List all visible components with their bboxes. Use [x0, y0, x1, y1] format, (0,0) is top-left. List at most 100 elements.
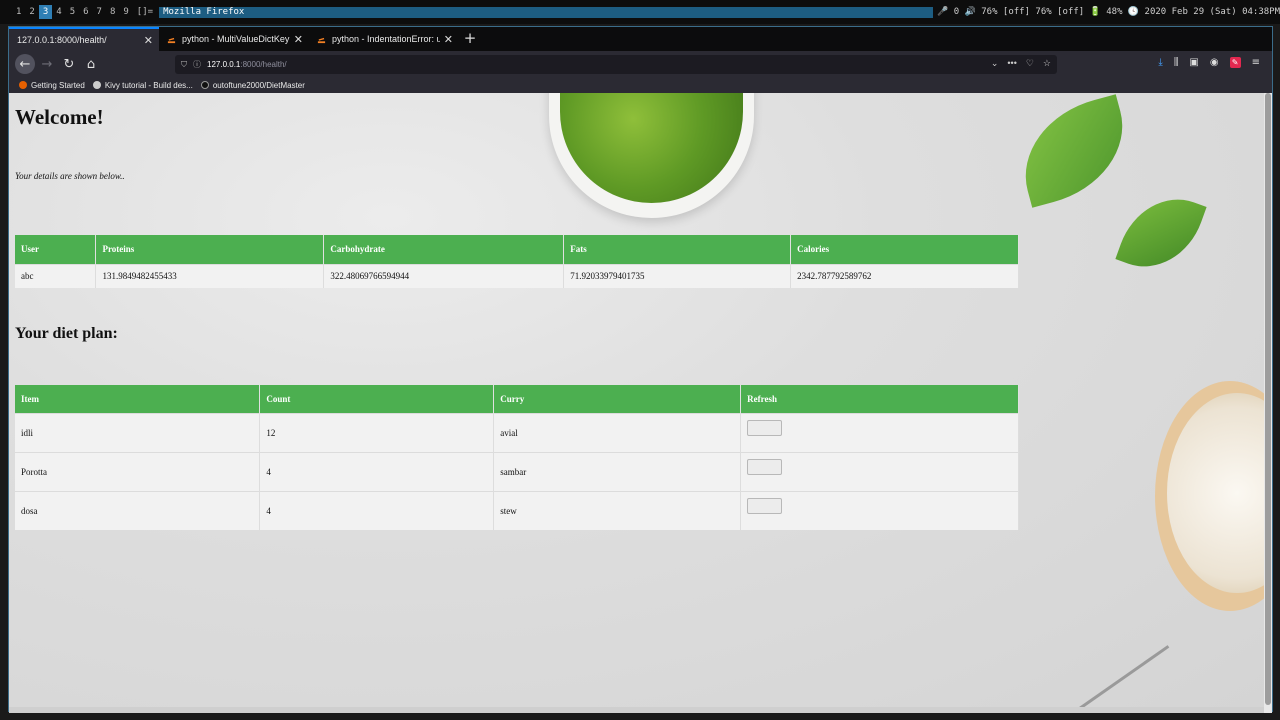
table-cell: 4 — [259, 490, 495, 530]
menu-icon[interactable]: ≡ — [1252, 57, 1260, 68]
table-cell: 12 — [259, 412, 495, 452]
workspace-9[interactable]: 9 — [119, 5, 132, 19]
table-cell: avial — [493, 412, 742, 452]
column-header: Carbohydrate — [323, 235, 565, 264]
horizontal-scrollbar[interactable] — [9, 707, 1264, 713]
forward-button[interactable]: → — [37, 54, 57, 74]
workspace-7[interactable]: 7 — [93, 5, 106, 19]
home-button[interactable]: ⌂ — [81, 54, 101, 74]
scrollbar-thumb[interactable] — [1265, 93, 1271, 705]
tab-health[interactable]: 127.0.0.1:8000/health/ ✕ — [9, 27, 159, 51]
vertical-scrollbar[interactable] — [1264, 93, 1272, 713]
tab-label: python - IndentationError: un — [332, 34, 440, 44]
status-bar: 1 2 3 4 5 6 7 8 9 []= Mozilla Firefox 🎤 … — [0, 0, 1280, 24]
table-cell: 2342.787792589762 — [790, 263, 1019, 288]
more-icon[interactable]: ••• — [1007, 58, 1016, 69]
column-header: Curry — [493, 385, 742, 413]
column-header: Refresh — [740, 385, 1019, 413]
tab-bar: 127.0.0.1:8000/health/ ✕ python - MultiV… — [9, 27, 1272, 51]
download-icon[interactable]: ⤓ — [1158, 57, 1162, 68]
refresh-cell — [740, 490, 1019, 530]
new-tab-button[interactable]: + — [459, 27, 481, 51]
section-heading: Your diet plan: — [15, 325, 118, 342]
bookmark-label: outoftune2000/DietMaster — [212, 80, 305, 90]
sidebar-icon[interactable]: ▣ — [1189, 57, 1198, 68]
toolbar-right: ⤓ ⫼ ▣ ◉ ✎ ≡ — [1158, 57, 1260, 68]
window-title: Mozilla Firefox — [159, 6, 934, 18]
stackoverflow-icon — [317, 37, 326, 43]
info-icon[interactable]: ⓘ — [193, 59, 201, 70]
table-header-row: Item Count Curry Refresh — [15, 385, 1019, 413]
reload-button[interactable]: ↻ — [59, 54, 79, 74]
bookmark-kivy[interactable]: Kivy tutorial - Build des... — [92, 80, 193, 90]
workspace-4[interactable]: 4 — [52, 5, 65, 19]
arrow-left-icon: ← — [19, 56, 31, 72]
column-header: Item — [15, 385, 261, 413]
back-button[interactable]: ← — [15, 54, 35, 74]
column-header: Calories — [790, 235, 1019, 264]
table-cell: sambar — [493, 451, 742, 491]
close-icon[interactable]: ✕ — [144, 34, 153, 47]
tab-label: python - MultiValueDictKeyE — [182, 34, 290, 44]
page-title: Welcome! — [15, 105, 104, 129]
basil-leaf-image — [1009, 94, 1139, 208]
table-cell: abc — [15, 263, 97, 288]
table-row: dosa 4 stew — [15, 490, 1019, 530]
table-cell: dosa — [15, 490, 261, 530]
extension-icon[interactable]: ✎ — [1229, 57, 1241, 68]
table-cell: Porotta — [15, 451, 261, 491]
workspace-6[interactable]: 6 — [79, 5, 92, 19]
workspace-2[interactable]: 2 — [25, 5, 38, 19]
close-icon[interactable]: ✕ — [444, 33, 453, 46]
close-icon[interactable]: ✕ — [294, 33, 303, 46]
tab-indentationerror[interactable]: python - IndentationError: un ✕ — [309, 27, 459, 51]
refresh-button[interactable] — [747, 497, 783, 514]
stackoverflow-icon — [167, 37, 176, 43]
page-subtitle: Your details are shown below.. — [15, 171, 125, 181]
page-content: Welcome! Your details are shown below.. … — [9, 93, 1272, 713]
table-row: abc 131.9849482455433 322.48069766594944… — [15, 263, 1019, 288]
firefox-window: 127.0.0.1:8000/health/ ✕ python - MultiV… — [8, 26, 1273, 713]
arrow-right-icon: → — [41, 56, 53, 72]
table-row: Porotta 4 sambar — [15, 451, 1019, 491]
workspace-8[interactable]: 8 — [106, 5, 119, 19]
workspace-3[interactable]: 3 — [38, 5, 53, 19]
url-path: :8000/health/ — [240, 60, 287, 69]
table-cell: 4 — [259, 451, 495, 491]
table-cell: 322.48069766594944 — [323, 263, 565, 288]
account-icon[interactable]: ◉ — [1210, 57, 1219, 68]
github-icon — [200, 81, 209, 89]
bookmark-label: Kivy tutorial - Build des... — [104, 80, 193, 90]
workspace-1[interactable]: 1 — [12, 5, 25, 19]
globe-icon — [92, 81, 101, 89]
fork-image — [1077, 645, 1191, 713]
firefox-icon — [19, 81, 27, 89]
workspace-5[interactable]: 5 — [66, 5, 79, 19]
table-cell: idli — [15, 412, 261, 452]
dropdown-icon[interactable]: ⌄ — [991, 58, 999, 69]
user-nutrition-table: User Proteins Carbohydrate Fats Calories… — [15, 235, 1019, 288]
bookmark-dietmaster[interactable]: outoftune2000/DietMaster — [200, 80, 305, 90]
diet-plan-table: Item Count Curry Refresh idli 12 avial P… — [15, 385, 1019, 530]
table-header-row: User Proteins Carbohydrate Fats Calories — [15, 235, 1019, 264]
library-icon[interactable]: ⫼ — [1174, 57, 1179, 68]
url-host: 127.0.0.1 — [207, 60, 241, 69]
bookmark-getting-started[interactable]: Getting Started — [19, 81, 85, 90]
column-header: Fats — [563, 235, 792, 264]
refresh-button[interactable] — [747, 458, 783, 475]
column-header: User — [15, 235, 97, 264]
bookmark-star-icon[interactable]: ☆ — [1043, 58, 1051, 69]
tab-label: 127.0.0.1:8000/health/ — [17, 35, 107, 45]
tab-multivaluedict[interactable]: python - MultiValueDictKeyE ✕ — [159, 27, 309, 51]
system-status: 🎤 0 🔊 76% [off] 76% [off] 🔋 48% 🕓 2020 F… — [937, 7, 1280, 17]
column-header: Proteins — [95, 235, 325, 264]
layout-indicator: []= — [136, 7, 154, 17]
reload-icon: ↻ — [63, 56, 75, 72]
pocket-icon[interactable]: ♡ — [1026, 58, 1034, 69]
table-cell: stew — [493, 490, 742, 530]
shield-icon[interactable]: ⛉ — [181, 60, 187, 70]
refresh-button[interactable] — [747, 419, 783, 436]
basil-leaf-image — [1115, 183, 1207, 283]
home-icon: ⌂ — [86, 56, 96, 72]
url-bar[interactable]: ⛉ ⓘ 127.0.0.1:8000/health/ ⌄ ••• ♡ ☆ — [175, 55, 1057, 74]
